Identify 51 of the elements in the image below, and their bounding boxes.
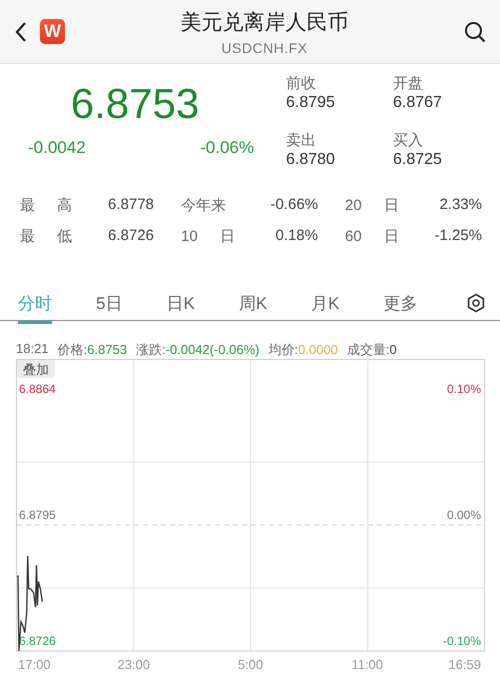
field-label: 前收 (286, 74, 317, 93)
field-label: 买入 (393, 131, 424, 150)
chart-tab[interactable]: 日K (166, 292, 195, 324)
back-icon[interactable] (14, 20, 28, 42)
stat-value: 2.33% (438, 196, 482, 215)
percent-change: -0.06% (200, 138, 254, 158)
current-price: 6.8753 (70, 80, 200, 128)
settings-icon[interactable] (466, 293, 486, 313)
field-label: 开盘 (393, 74, 424, 93)
chart-tab[interactable]: 5日 (96, 292, 122, 324)
axis-label: 16:59 (448, 657, 481, 671)
info-item: 价格:6.8753 (58, 341, 127, 359)
axis-label: -0.10% (442, 634, 481, 648)
info-item: 成交量:0 (346, 341, 397, 359)
axis-label: 5:00 (238, 657, 264, 671)
page-title: 美元兑离岸人民币 (180, 10, 348, 36)
stat-label: 20 日 (344, 196, 395, 215)
stat-label: 10 日 (180, 227, 233, 246)
time-label: 18:21 (16, 341, 49, 358)
stat-label: 最 低 (20, 227, 74, 246)
chart-tab[interactable]: 更多 (384, 292, 418, 324)
axis-label: 6.8726 (19, 634, 56, 648)
stat-value: 0.18% (274, 227, 318, 246)
axis-label: 0.10% (446, 382, 481, 396)
stat-value: 6.8778 (108, 196, 155, 215)
axis-label: 11:00 (351, 657, 384, 671)
symbol-code: USDCNH.FX (221, 40, 308, 56)
stat-value: 6.8726 (108, 227, 155, 246)
field-value: 6.8725 (393, 151, 443, 169)
stat-label: 最 高 (20, 196, 74, 215)
field-value: 6.8767 (393, 94, 443, 112)
axis-label: 6.8795 (19, 508, 56, 522)
stat-value: -1.25% (433, 227, 482, 246)
axis-label: 17:00 (18, 657, 51, 671)
axis-label: 6.8864 (19, 382, 56, 396)
axis-label: 0.00% (446, 508, 481, 522)
info-item: 均价:0.0000 (268, 341, 338, 359)
price-change: -0.0042 (28, 138, 86, 158)
chart-tab[interactable]: 月K (311, 292, 340, 324)
app-logo[interactable]: W (40, 19, 65, 44)
stat-label: 今年来 (180, 196, 227, 215)
stat-label: 60 日 (344, 227, 395, 246)
axis-label: 23:00 (117, 657, 150, 671)
field-value: 6.8780 (286, 151, 336, 169)
info-item: 涨跌:-0.0042(-0.06%) (136, 341, 260, 359)
stat-value: -0.66% (269, 196, 318, 215)
field-label: 卖出 (286, 131, 317, 150)
overlay-button[interactable]: 叠加 (17, 360, 55, 378)
search-icon[interactable] (464, 20, 486, 42)
chart-tab[interactable]: 周K (238, 292, 268, 324)
field-value: 6.8795 (286, 94, 336, 112)
